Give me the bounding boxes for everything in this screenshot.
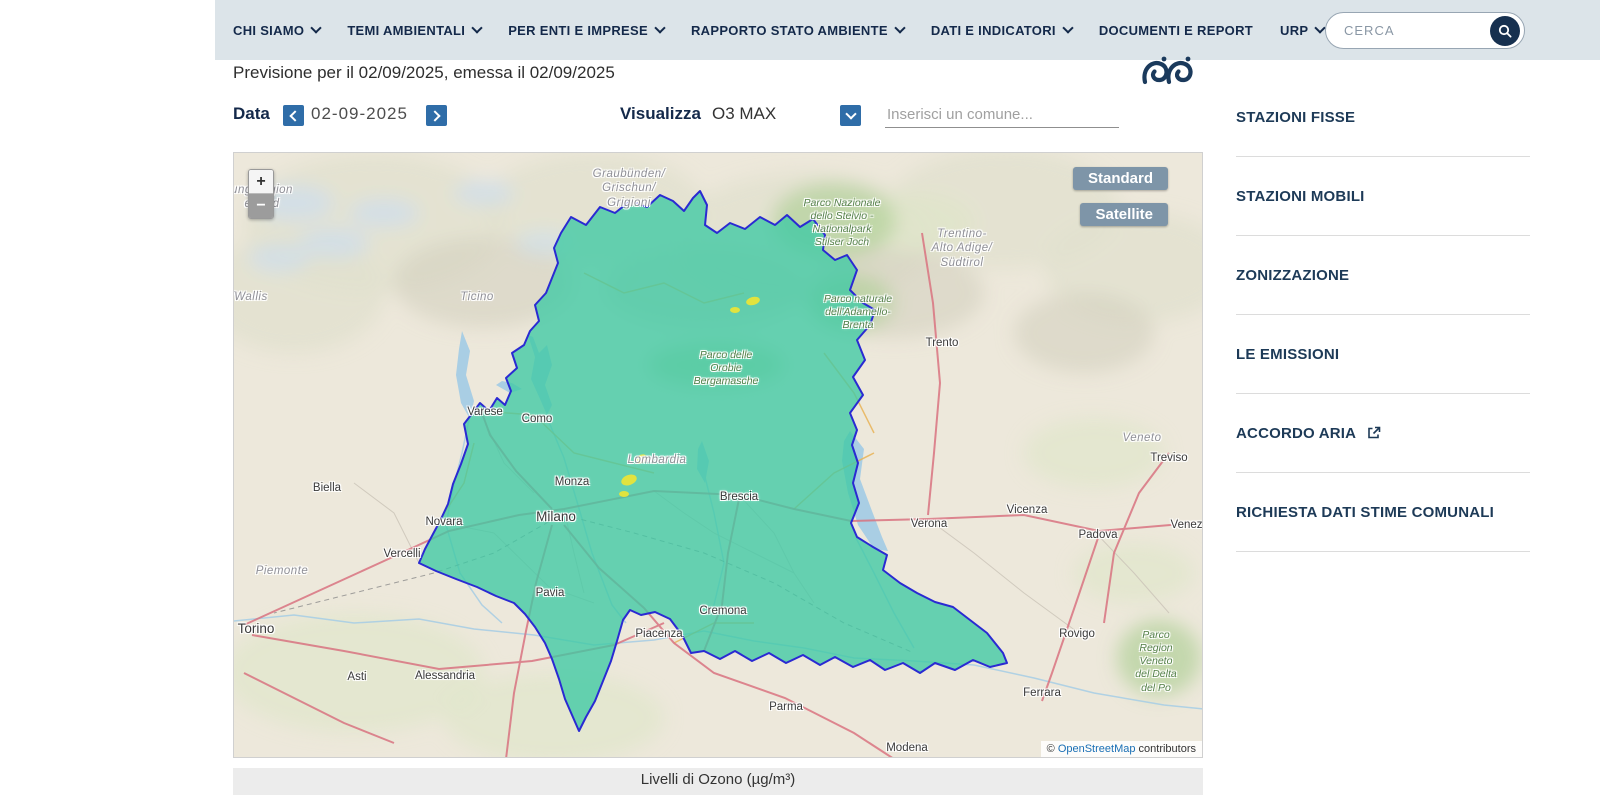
zoom-control: + − xyxy=(248,169,274,219)
zoom-in-button[interactable]: + xyxy=(249,170,273,194)
sidebar-item-label: STAZIONI MOBILI xyxy=(1236,188,1365,205)
sidebar-item-accordo-aria[interactable]: ACCORDO ARIA xyxy=(1236,394,1530,473)
sidebar-item-stazioni-fisse[interactable]: STAZIONI FISSE xyxy=(1236,78,1530,157)
attribution-copyright: © xyxy=(1047,743,1058,755)
standard-layer-button[interactable]: Standard xyxy=(1073,167,1168,190)
satellite-layer-button[interactable]: Satellite xyxy=(1080,203,1168,226)
chevron-down-icon xyxy=(845,108,856,119)
legend-bar: Livelli di Ozono (µg/m³) xyxy=(233,768,1203,795)
sidebar-item-label: LE EMISSIONI xyxy=(1236,346,1339,363)
nav-item-temi-ambientali[interactable]: TEMI AMBIENTALI xyxy=(347,23,481,38)
sidebar-item-richiesta-dati-stime-comunali[interactable]: RICHIESTA DATI STIME COMUNALI xyxy=(1236,473,1530,552)
comune-input[interactable] xyxy=(885,102,1119,128)
chevron-down-icon xyxy=(654,22,665,33)
nav-item-label: DATI E INDICATORI xyxy=(931,23,1056,38)
sidebar-item-label: STAZIONI FISSE xyxy=(1236,109,1355,126)
map-canvas xyxy=(234,153,1203,758)
sidebar-item-le-emissioni[interactable]: LE EMISSIONI xyxy=(1236,315,1530,394)
forecast-line: Previsione per il 02/09/2025, emessa il … xyxy=(233,60,1203,85)
main-content: Previsione per il 02/09/2025, emessa il … xyxy=(233,60,1203,795)
search-button[interactable] xyxy=(1490,16,1520,46)
search-input[interactable] xyxy=(1342,22,1490,39)
chevron-down-icon xyxy=(894,22,905,33)
external-link-icon xyxy=(1366,425,1382,441)
layer-buttons: Standard Satellite xyxy=(1073,167,1168,226)
sidebar-item-zonizzazione[interactable]: ZONIZZAZIONE xyxy=(1236,236,1530,315)
nav-item-dati-e-indicatori[interactable]: DATI E INDICATORI xyxy=(931,23,1072,38)
sidebar-item-stazioni-mobili[interactable]: STAZIONI MOBILI xyxy=(1236,157,1530,236)
forecast-row: Previsione per il 02/09/2025, emessa il … xyxy=(233,60,1203,85)
nav-item-label: DOCUMENTI E REPORT xyxy=(1099,23,1253,38)
page: CHI SIAMO TEMI AMBIENTALI PER ENTI E IMPRE… xyxy=(0,0,1600,795)
openstreetmap-link[interactable]: OpenStreetMap xyxy=(1058,743,1136,755)
sidebar: STAZIONI FISSE STAZIONI MOBILI ZONIZZAZION… xyxy=(1236,60,1530,552)
nav-item-urp[interactable]: URP xyxy=(1280,23,1324,38)
sidebar-item-label: ZONIZZAZIONE xyxy=(1236,267,1349,284)
top-navigation: CHI SIAMO TEMI AMBIENTALI PER ENTI E IMPRE… xyxy=(215,0,1600,60)
visualizza-label: Visualizza xyxy=(620,104,701,124)
date-value: 02-09-2025 xyxy=(311,104,408,124)
attribution-suffix: contributors xyxy=(1135,743,1196,755)
nav-item-label: PER ENTI E IMPRESE xyxy=(508,23,648,38)
date-label: Data xyxy=(233,104,270,124)
chevron-down-icon xyxy=(472,22,483,33)
forecast-controls: Data 02-09-2025 Visualizza O3 MAX xyxy=(233,102,1203,130)
nav-item-label: URP xyxy=(1280,23,1308,38)
nav-item-label: TEMI AMBIENTALI xyxy=(347,23,465,38)
date-prev-button[interactable] xyxy=(283,105,304,126)
legend-title: Livelli di Ozono (µg/m³) xyxy=(641,771,796,788)
chevron-down-icon xyxy=(311,22,322,33)
nav-item-per-enti-e-imprese[interactable]: PER ENTI E IMPRESE xyxy=(508,23,664,38)
map-attribution: © OpenStreetMap contributors xyxy=(1041,741,1202,757)
nav-item-label: CHI SIAMO xyxy=(233,23,304,38)
sidebar-item-label: RICHIESTA DATI STIME COMUNALI xyxy=(1236,504,1494,521)
nav-item-chi-siamo[interactable]: CHI SIAMO xyxy=(233,23,320,38)
visualizza-dropdown-button[interactable] xyxy=(840,105,861,126)
search-box xyxy=(1325,12,1525,49)
visualizza-value: O3 MAX xyxy=(712,104,776,124)
nav-item-documenti-e-report[interactable]: DOCUMENTI E REPORT xyxy=(1099,23,1253,38)
map[interactable]: ungsregion erlandGraubünden/ Grischun/ G… xyxy=(233,152,1203,758)
date-next-button[interactable] xyxy=(426,105,447,126)
chevron-down-icon xyxy=(1062,22,1073,33)
chevron-right-icon xyxy=(429,110,440,121)
aria-logo-icon xyxy=(1138,54,1194,97)
zoom-out-button[interactable]: − xyxy=(249,194,273,218)
sidebar-item-label: ACCORDO ARIA xyxy=(1236,425,1356,442)
chevron-left-icon xyxy=(289,110,300,121)
nav-item-label: RAPPORTO STATO AMBIENTE xyxy=(691,23,888,38)
search-icon xyxy=(1497,23,1513,39)
nav-item-rapporto-stato-ambiente[interactable]: RAPPORTO STATO AMBIENTE xyxy=(691,23,904,38)
